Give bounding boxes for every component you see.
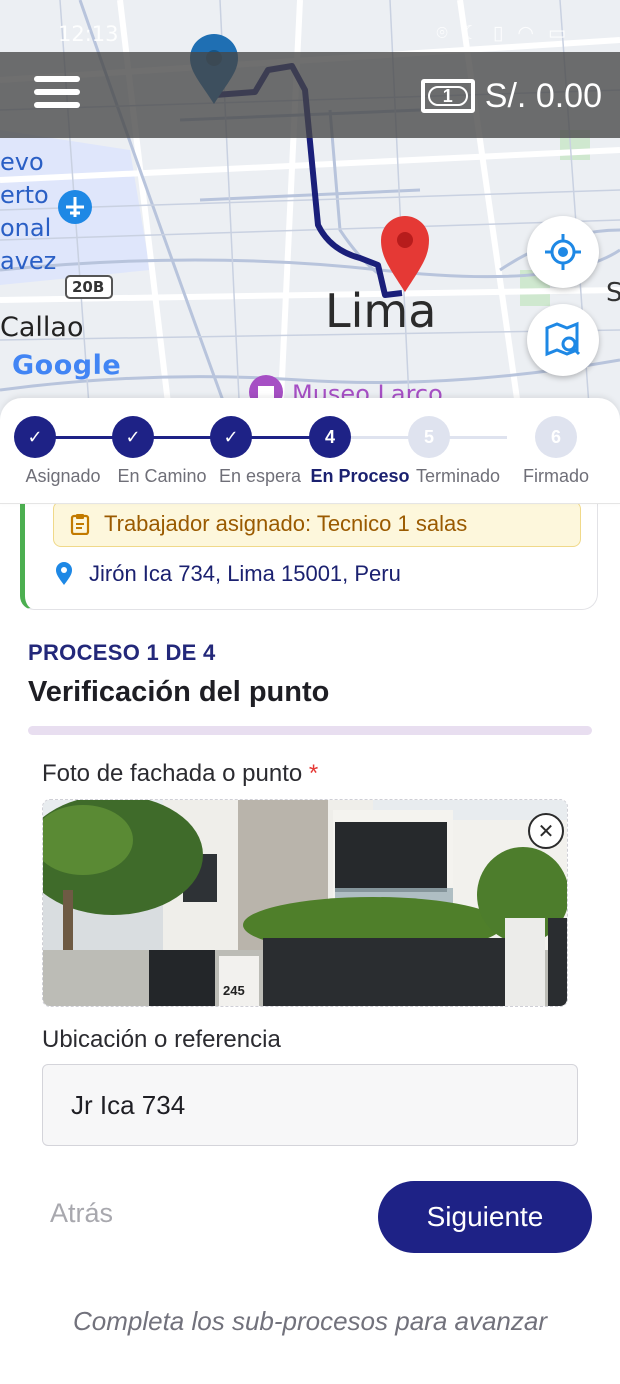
app-screen: 20B evo erto onal avez Callao Lima S Mus… [0,0,620,1384]
process-title: Verificación del punto [28,676,330,708]
completion-hint: Completa los sub-procesos para avanzar [72,1306,548,1336]
step-4-label: En Proceso [310,466,410,486]
crosshair-icon [545,234,581,270]
step-3-dot[interactable]: ✓ [210,416,252,458]
facade-photo[interactable]: 245 [42,799,568,1007]
location-input[interactable] [42,1064,578,1146]
step-2-label: En Camino [117,466,207,486]
process-progress-bar [28,726,592,735]
balance-button[interactable]: 1 S/. 0.00 [420,74,602,118]
map-search-icon [545,321,581,357]
step-2-dot[interactable]: ✓ [112,416,154,458]
recenter-location-button[interactable] [527,216,599,288]
status-time: 12:13 [58,22,119,46]
map-label-callao: Callao [0,312,84,343]
status-icons: ⌾ ☾ ▯ ◠ ▭ [436,22,570,44]
next-button[interactable]: Siguiente [378,1181,592,1253]
route-map[interactable]: 20B evo erto onal avez Callao Lima S Mus… [0,0,620,420]
address-row: Jirón Ica 734, Lima 15001, Peru [55,561,401,587]
step-1-dot[interactable]: ✓ [14,416,56,458]
hamburger-icon[interactable] [34,76,80,114]
step-1-label: Asignado [25,466,101,486]
banknote-icon: 1 [420,79,475,113]
remove-photo-button[interactable]: ✕ [528,813,564,849]
system-status-bar: 12:13 ⌾ ☾ ▯ ◠ ▭ [0,0,620,52]
close-icon: ✕ [537,820,555,843]
step-5-dot[interactable]: 5 [408,416,450,458]
map-label-airport-4: avez [0,247,57,275]
map-label-edge: S [606,278,620,308]
step-4-dot[interactable]: 4 [309,416,351,458]
location-pin-icon [56,562,72,585]
step-6-dot[interactable]: 6 [535,416,577,458]
photo-field-label: Foto de fachada o punto * [42,760,318,788]
process-counter: PROCESO 1 DE 4 [28,640,216,665]
worker-badge: Trabajador asignado: Tecnico 1 salas [53,501,581,547]
map-search-button[interactable] [527,304,599,376]
map-label-highway: 20B [72,278,105,296]
facade-photo-image [43,800,567,1006]
location-field-label: Ubicación o referencia [42,1026,281,1053]
worker-badge-text: Trabajador asignado: Tecnico 1 salas [104,511,468,536]
required-mark: * [308,760,319,787]
address-text: Jirón Ica 734, Lima 15001, Peru [89,561,401,586]
progress-stepper: ✓ ✓ ✓ 4 5 6 Asignado En Camino En espera… [0,398,620,504]
map-label-airport-2: erto [0,181,49,209]
map-label-city: Lima [325,284,437,338]
airport-icon [58,190,92,224]
photo-label-text: Foto de fachada o punto [42,760,303,787]
step-6-label: Firmado [522,466,590,486]
map-label-airport-3: onal [0,214,52,242]
house-number: 245 [223,983,245,998]
step-3-label: En espera [218,466,302,486]
google-logo: Google [12,350,122,381]
top-app-bar: 1 S/. 0.00 [0,52,620,138]
step-5-label: Terminado [415,466,501,486]
map-label-airport-1: evo [0,148,44,176]
back-button[interactable]: Atrás [50,1198,113,1229]
balance-amount: S/. 0.00 [484,76,602,115]
clipboard-icon [70,514,90,535]
